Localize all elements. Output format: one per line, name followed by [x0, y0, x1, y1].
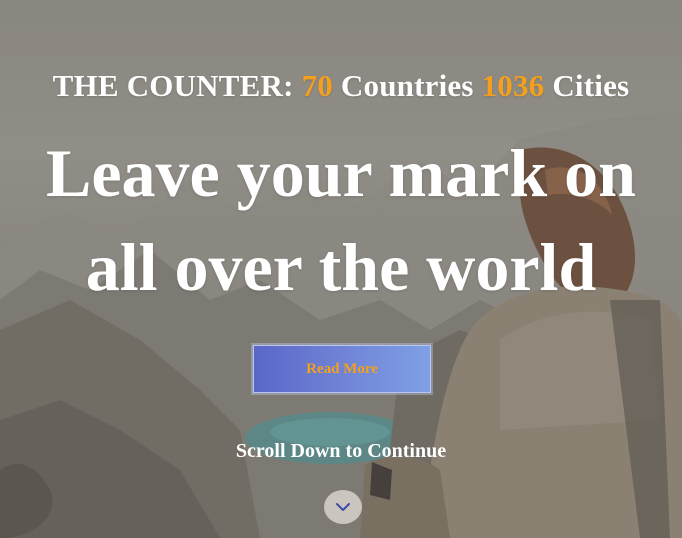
chevron-down-icon — [336, 503, 350, 511]
scroll-down-text: Scroll Down to Continue — [235, 440, 447, 462]
countries-count: 70 — [301, 68, 333, 103]
read-more-button[interactable]: Read More — [253, 345, 431, 393]
scroll-down-button[interactable] — [324, 490, 362, 524]
headline-line-2: all over the world — [85, 229, 597, 305]
countries-label: Countries — [332, 68, 482, 103]
counter-prefix: THE COUNTER: — [52, 68, 302, 103]
headline-line-1: Leave your mark on — [46, 135, 636, 211]
hero-headline: Leave your mark on all over the world — [0, 126, 682, 314]
cities-count: 1036 — [481, 68, 545, 103]
cities-label: Cities — [544, 68, 630, 103]
counter-line: THE COUNTER: 70 Countries 1036 Cities — [0, 68, 682, 104]
